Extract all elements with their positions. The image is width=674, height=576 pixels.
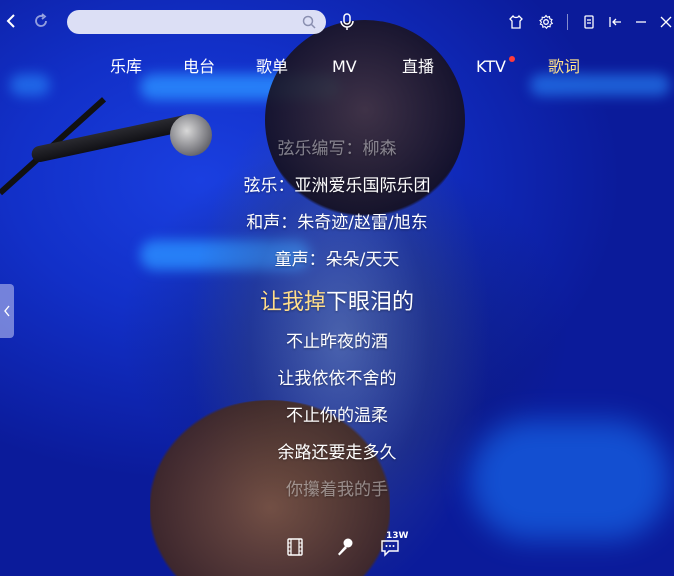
- current-lyric-line: 让我掉下眼泪的: [0, 284, 674, 316]
- refresh-icon[interactable]: [32, 12, 50, 30]
- compact-mode-icon[interactable]: [606, 13, 624, 31]
- notification-dot: [509, 56, 515, 62]
- close-icon[interactable]: [657, 13, 674, 31]
- lyric-line: 和声：朱奇迹/赵雷/旭东: [246, 213, 428, 233]
- voice-search-icon[interactable]: [338, 12, 356, 36]
- current-lyric-rest: 下眼泪的: [326, 290, 415, 315]
- skin-icon[interactable]: [507, 13, 525, 31]
- tab-lyrics[interactable]: 歌词: [548, 56, 580, 78]
- tab-mv[interactable]: MV: [332, 56, 357, 78]
- lyric-line: 弦乐：亚洲爱乐国际乐团: [243, 176, 431, 196]
- lyric-line: 让我依依不舍的: [277, 369, 397, 389]
- tab-radio[interactable]: 电台: [183, 56, 215, 78]
- lyric-line: 弦乐编写：柳森: [277, 139, 397, 159]
- lyric-line: 不止你的温柔: [286, 406, 388, 426]
- main-nav-tabs: 乐库 电台 歌单 MV 直播 KTV 歌词: [0, 56, 674, 78]
- search-input[interactable]: [67, 10, 326, 34]
- tab-library[interactable]: 乐库: [110, 56, 142, 78]
- lyric-line: 余路还要走多久: [277, 443, 397, 463]
- tab-ktv[interactable]: KTV: [476, 56, 506, 78]
- chevron-left-icon: [4, 305, 10, 317]
- tab-live[interactable]: 直播: [402, 56, 434, 78]
- title-bar: [0, 0, 674, 44]
- search-icon[interactable]: [302, 15, 316, 29]
- microphone-icon: [338, 538, 353, 556]
- gear-icon[interactable]: [537, 13, 555, 31]
- mini-mode-icon[interactable]: [580, 13, 598, 31]
- karaoke-button[interactable]: [333, 534, 357, 560]
- lyric-line: 你攥着我的手: [286, 480, 388, 500]
- current-lyric-sung: 让我掉: [259, 290, 326, 315]
- mv-button[interactable]: [283, 534, 307, 560]
- lyric-line: 不止昨夜的酒: [286, 332, 388, 352]
- side-panel-toggle[interactable]: [0, 284, 14, 338]
- minimize-icon[interactable]: [632, 13, 650, 31]
- lyric-line: 童声：朵朵/天天: [274, 250, 400, 270]
- toolbar-divider: [567, 14, 568, 30]
- back-icon[interactable]: [2, 12, 20, 30]
- tab-playlists[interactable]: 歌单: [256, 56, 288, 78]
- film-icon: [287, 538, 303, 556]
- comment-count-badge: 13W: [386, 531, 409, 541]
